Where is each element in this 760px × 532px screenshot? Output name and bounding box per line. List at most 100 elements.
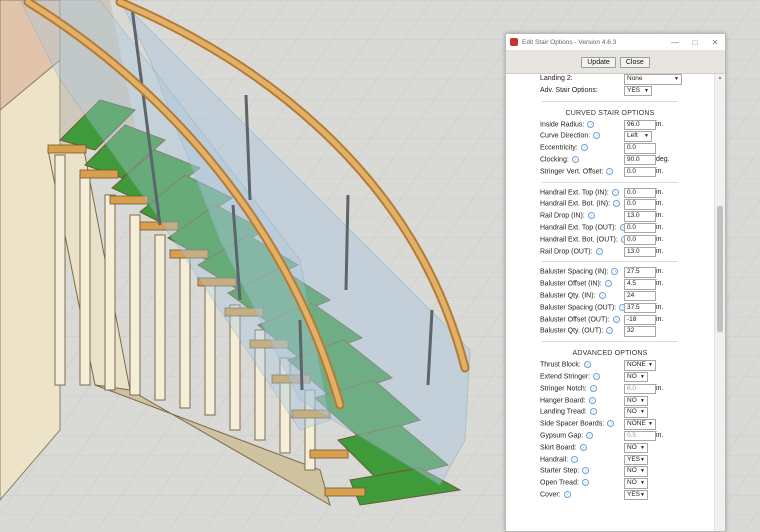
stringer-notch-input[interactable]: 6.0 xyxy=(624,383,656,395)
option-label: Extend Stringer:? xyxy=(540,372,601,380)
option-label-text: Stringer Vert. Offset: xyxy=(540,168,604,176)
option-label: Rail Drop (IN):? xyxy=(540,212,595,220)
selected-value: NONE xyxy=(627,361,646,369)
option-label: Clocking:? xyxy=(540,155,579,164)
option-row-landing-2: Landing 2: None ▼ xyxy=(506,74,714,86)
baluster-qty-out-input[interactable]: 32 xyxy=(624,326,656,337)
help-icon[interactable]: ? xyxy=(611,268,619,276)
help-icon[interactable]: ? xyxy=(589,408,597,416)
help-icon[interactable]: ? xyxy=(593,372,601,380)
baluster-spacing-in-input[interactable]: 27.5 xyxy=(624,267,656,278)
help-icon[interactable]: ? xyxy=(587,212,595,220)
close-window-icon[interactable]: ✕ xyxy=(705,38,725,47)
scroll-up-icon[interactable]: ▲ xyxy=(715,74,725,83)
option-label-text: Starter Step: xyxy=(540,467,580,475)
option-label: Baluster Qty. (IN):? xyxy=(540,291,606,299)
option-row-extend-stringer: Extend Stringer:? NO ▼ xyxy=(506,371,714,384)
help-icon[interactable]: ? xyxy=(583,361,591,369)
handrail-ext-top-out-input[interactable]: 0.0 xyxy=(624,222,656,234)
help-icon[interactable]: ? xyxy=(587,120,595,128)
starter-step-select[interactable]: NO ▼ xyxy=(624,466,648,477)
help-icon[interactable]: ? xyxy=(593,132,601,140)
selected-value: Left xyxy=(627,132,638,140)
baluster-offset-out-input[interactable]: -18 xyxy=(624,314,656,326)
gypsum-gap-input[interactable]: 0.5 xyxy=(624,430,656,442)
maximize-icon[interactable]: □ xyxy=(685,38,705,47)
option-label-text: Baluster Offset (IN): xyxy=(540,280,602,288)
selected-value: NO xyxy=(627,408,637,416)
side-spacer-boards-select[interactable]: NONE ▼ xyxy=(624,419,656,430)
landing-tread-select[interactable]: NO ▼ xyxy=(624,407,648,418)
help-icon[interactable]: ? xyxy=(579,443,587,451)
option-row-handrail-ext-bot-out: Handrail Ext. Bot. (OUT):?0.0in. xyxy=(506,234,714,247)
option-label: Baluster Offset (IN):? xyxy=(540,280,612,288)
option-label-text: Baluster Spacing (OUT): xyxy=(540,304,617,312)
skirt-board-select[interactable]: NO ▼ xyxy=(624,442,648,454)
chevron-down-icon: ▼ xyxy=(648,362,653,369)
help-icon[interactable]: ? xyxy=(606,327,614,335)
chevron-down-icon: ▼ xyxy=(640,409,645,416)
open-tread-select[interactable]: NO ▼ xyxy=(624,478,648,489)
help-icon[interactable]: ? xyxy=(571,455,579,463)
selected-value: NO xyxy=(627,396,637,404)
adv-stair-options-select[interactable]: YES ▼ xyxy=(624,85,652,97)
handrail-ext-bot-out-input[interactable]: 0.0 xyxy=(624,234,656,246)
cover-select[interactable]: YES ▼ xyxy=(624,489,648,501)
help-icon[interactable]: ? xyxy=(611,188,619,196)
option-row-handrail-ext-bot-in: Handrail Ext. Bot. (IN):? 0.0 in. xyxy=(506,199,714,211)
minimize-icon[interactable]: — xyxy=(665,38,685,47)
option-label: Landing 2: xyxy=(540,75,573,82)
thrust-block-select[interactable]: NONE ▼ xyxy=(624,360,656,371)
option-row-rail-drop-out: Rail Drop (OUT):? 13.0 in. xyxy=(506,246,714,259)
handrail-ext-top-in-input[interactable]: 0.0 xyxy=(624,187,656,199)
help-icon[interactable]: ? xyxy=(581,479,589,487)
handrail-select[interactable]: YES ▼ xyxy=(624,454,648,466)
option-row-rail-drop-in: Rail Drop (IN):? 13.0 in. xyxy=(506,211,714,223)
option-label: Thrust Block:? xyxy=(540,361,591,368)
help-icon[interactable]: ? xyxy=(586,431,594,439)
help-icon[interactable]: ? xyxy=(589,384,597,392)
dialog-scrollbar[interactable]: ▲ xyxy=(714,74,725,531)
option-label-text: Clocking: xyxy=(540,156,569,164)
rail-drop-out-input[interactable]: 13.0 xyxy=(624,246,656,258)
scroll-thumb[interactable] xyxy=(717,206,723,332)
help-icon[interactable]: ? xyxy=(588,396,596,404)
help-icon[interactable]: ? xyxy=(607,420,615,428)
rail-drop-in-input[interactable]: 13.0 xyxy=(624,211,656,222)
clocking-input[interactable]: 90.0 xyxy=(624,154,656,166)
stringer-vert-offset-input[interactable]: 0.0 xyxy=(624,166,656,178)
inside-radius-input[interactable]: 96.0 xyxy=(624,119,656,131)
unit-label: in. xyxy=(656,384,664,392)
dialog-title: Edit Stair Options - Version 4.6.3 xyxy=(522,38,617,46)
baluster-qty-in-input[interactable]: 24 xyxy=(624,290,656,302)
baluster-spacing-out-input[interactable]: 37.5 xyxy=(624,302,656,314)
help-icon[interactable]: ? xyxy=(563,490,571,498)
dialog-titlebar[interactable]: Edit Stair Options - Version 4.6.3 — □ ✕ xyxy=(506,34,725,51)
update-button[interactable]: Update xyxy=(581,56,616,68)
help-icon[interactable]: ? xyxy=(571,155,579,163)
help-icon[interactable]: ? xyxy=(612,315,620,323)
option-label-text: Hanger Board: xyxy=(540,396,586,404)
help-icon[interactable]: ? xyxy=(613,200,621,208)
curve-direction-select[interactable]: Left ▼ xyxy=(624,131,652,142)
help-icon[interactable]: ? xyxy=(606,167,614,175)
help-icon[interactable]: ? xyxy=(604,280,612,288)
hanger-board-select[interactable]: NO ▼ xyxy=(624,395,648,407)
chevron-down-icon: ▼ xyxy=(640,456,645,463)
handrail-ext-bot-in-input[interactable]: 0.0 xyxy=(624,199,656,210)
option-label: Baluster Spacing (OUT):? xyxy=(540,303,627,312)
landing-2-select[interactable]: None ▼ xyxy=(624,74,682,85)
baluster-offset-in-input[interactable]: 4.5 xyxy=(624,279,656,290)
help-icon[interactable]: ? xyxy=(582,467,590,475)
option-label: Handrail:? xyxy=(540,455,579,463)
option-row-curve-direction: Curve Direction:? Left ▼ xyxy=(506,131,714,143)
chevron-down-icon: ▼ xyxy=(648,421,653,428)
help-icon[interactable]: ? xyxy=(598,291,606,299)
option-row-eccentricity: Eccentricity:? 0.0 xyxy=(506,143,714,155)
extend-stringer-select[interactable]: NO ▼ xyxy=(624,371,648,383)
help-icon[interactable]: ? xyxy=(595,247,603,255)
option-label: Curve Direction:? xyxy=(540,132,601,140)
help-icon[interactable]: ? xyxy=(580,144,588,152)
close-button[interactable]: Close xyxy=(619,56,650,68)
eccentricity-input[interactable]: 0.0 xyxy=(624,143,656,154)
